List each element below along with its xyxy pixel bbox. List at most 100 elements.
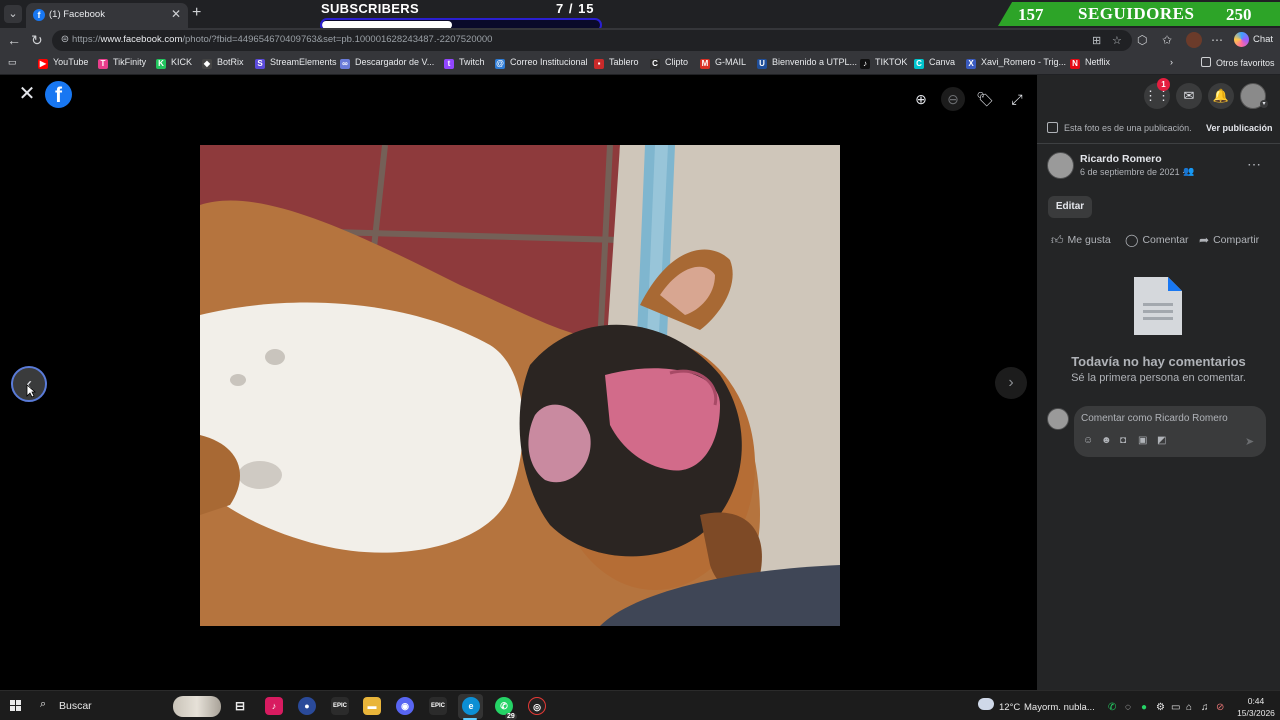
gif-icon[interactable]: ▣ (1138, 435, 1147, 446)
tab-close-icon[interactable]: ✕ (171, 7, 181, 21)
bookmark-downloader[interactable]: ∞ Descargador de V... (340, 57, 434, 71)
share-label: Compartir (1213, 234, 1260, 246)
address-bar[interactable]: ⊜ https://www.facebook.com/photo/?fbid=4… (52, 30, 1132, 51)
tiktok-app-icon[interactable]: ♪ (265, 697, 283, 715)
bookmark-youtube[interactable]: ▶ YouTube (38, 57, 88, 71)
tray-settings-icon[interactable]: ⚙ (1156, 702, 1165, 713)
task-view-icon[interactable]: ⊟ (231, 697, 249, 715)
botrix-icon: ◆ (202, 59, 212, 69)
comment-input[interactable]: Comentar como Ricardo Romero (1081, 413, 1228, 424)
extensions-icon[interactable]: ⬡ (1137, 33, 1147, 47)
edit-button[interactable]: Editar (1048, 196, 1092, 218)
zoom-in-icon[interactable]: ⊕ (909, 87, 933, 111)
reload-icon[interactable]: ↻ (31, 32, 43, 49)
colored-app-icon[interactable]: ● (298, 697, 316, 715)
bookmark-netflix[interactable]: N Netflix (1070, 57, 1110, 71)
windows-start-icon[interactable] (10, 700, 22, 712)
sticker-icon[interactable]: ◩ (1157, 435, 1166, 446)
comment-button[interactable]: ◯ Comentar (1125, 233, 1189, 247)
zoom-out-icon[interactable]: ⊖ (941, 87, 965, 111)
post-more-options-icon[interactable]: ⋯ (1247, 156, 1261, 173)
bookmark-utpl[interactable]: U Bienvenido a UTPL... (757, 57, 857, 71)
clock-date[interactable]: 15/3/2026 (1236, 708, 1276, 718)
canva-icon: C (914, 59, 924, 69)
search-highlight-image[interactable] (173, 696, 221, 717)
app-available-icon[interactable]: ⊞ (1092, 34, 1101, 47)
author-avatar[interactable] (1047, 152, 1074, 179)
fullscreen-icon[interactable]: ⤢ (1005, 87, 1029, 111)
tray-security-icon[interactable]: ⊘ (1216, 702, 1224, 713)
avatar-sticker-icon[interactable]: ☺ (1083, 435, 1093, 446)
author-name[interactable]: Ricardo Romero (1080, 153, 1162, 165)
edge-browser-icon[interactable]: e (462, 697, 480, 715)
bookmark-page[interactable]: X Xavi_Romero - Trig... (966, 57, 1066, 71)
next-photo-chevron-icon[interactable]: › (995, 367, 1027, 399)
search-icon[interactable]: ⌕ (40, 698, 46, 711)
comment-composer[interactable]: Comentar como Ricardo Romero ☺ ☻ ◘ ▣ ◩ ➤ (1074, 406, 1266, 457)
share-button[interactable]: ➦ Compartir (1199, 233, 1259, 247)
favorites-icon[interactable]: ✩ (1162, 33, 1172, 47)
camera-icon[interactable]: ◘ (1120, 435, 1126, 446)
account-chevron-down-icon[interactable]: ▾ (1260, 100, 1268, 108)
like-button[interactable]: 👍︎ Me gusta (1051, 233, 1111, 248)
bookmark-kick[interactable]: K KICK (156, 57, 192, 71)
cloud-weather-icon[interactable] (978, 698, 994, 710)
back-arrow-icon[interactable]: ← (7, 32, 21, 48)
emoji-icon[interactable]: ☻ (1101, 435, 1112, 446)
send-icon[interactable]: ➤ (1245, 435, 1254, 448)
bookmark-twitch[interactable]: t Twitch (444, 57, 485, 71)
photo-viewer: ✕ f ⊕ ⊖ 🏷 ⤢ ‹ › (0, 75, 1037, 690)
view-post-link[interactable]: Ver publicación (1206, 123, 1273, 133)
bookmark-label: YouTube (53, 57, 89, 67)
notifications-bell-icon[interactable]: 🔔 (1208, 83, 1234, 109)
share-arrow-icon: ➦ (1199, 233, 1210, 247)
facebook-favicon-icon: f (33, 9, 45, 21)
file-explorer-icon[interactable]: ▬ (363, 697, 381, 715)
gmail-icon: M (700, 59, 710, 69)
obs-recording-icon[interactable]: ◎ (528, 697, 546, 715)
new-tab-plus-icon[interactable]: + (192, 4, 201, 22)
bookmark-tikfinity[interactable]: T TikFinity (98, 57, 146, 71)
photo-dog[interactable] (200, 145, 840, 626)
bookmark-streamelements[interactable]: S StreamElements (255, 57, 337, 71)
browser-profile-avatar[interactable] (1186, 32, 1202, 48)
tray-status-icon[interactable]: ● (1141, 702, 1147, 713)
close-viewer-icon[interactable]: ✕ (18, 84, 36, 104)
messenger-icon[interactable]: ✉ (1176, 83, 1202, 109)
tray-display-icon[interactable]: ▭ (1171, 702, 1180, 713)
discord-icon[interactable]: ◉ (396, 697, 414, 715)
comment-label: Comentar (1142, 234, 1189, 246)
tray-network-icon[interactable]: ⌂ (1186, 702, 1192, 713)
weather-description[interactable]: Mayorm. nubla... (1024, 702, 1095, 713)
browser-tab-facebook[interactable]: f (1) Facebook ✕ (26, 3, 188, 28)
epic-games-icon-2[interactable]: EPIC (429, 697, 447, 715)
bookmarks-overflow-chevron-icon[interactable]: › (1170, 57, 1173, 71)
tab-list-chevron-icon[interactable]: ⌄ (4, 5, 22, 23)
weather-temperature[interactable]: 12°C (999, 702, 1020, 713)
bookmark-clipto[interactable]: C Clipto (650, 57, 688, 71)
bookmark-tiktok[interactable]: ♪ TIKTOK (860, 57, 907, 71)
tray-volume-icon[interactable]: ♫ (1201, 702, 1209, 713)
tag-icon[interactable]: 🏷 (973, 87, 997, 111)
bookmark-botrix[interactable]: ◆ BotRix (202, 57, 244, 71)
other-favorites[interactable]: Otros favoritos (1201, 57, 1275, 71)
epic-games-icon[interactable]: EPIC (331, 697, 349, 715)
tray-whatsapp-icon[interactable]: ✆ (1108, 702, 1116, 713)
comment-bubble-icon: ◯ (1125, 233, 1139, 247)
more-menu-icon[interactable]: ⋯ (1211, 33, 1223, 47)
messenger-badge: 1 (1157, 78, 1170, 91)
clock-time[interactable]: 0:44 (1236, 696, 1276, 706)
taskbar-search-label[interactable]: Buscar (59, 700, 92, 712)
bookmark-tablero[interactable]: ▪ Tablero (594, 57, 639, 71)
favorite-star-icon[interactable]: ☆ (1112, 34, 1122, 47)
site-info-icon[interactable]: ⊜ (58, 33, 72, 47)
bookmark-mail[interactable]: @ Correo Institucional (495, 57, 588, 71)
facebook-logo[interactable]: f (45, 81, 72, 108)
tray-app-icon[interactable]: ◌ (1125, 702, 1131, 713)
bookmarks-menu-icon[interactable]: ▭ (8, 57, 17, 71)
post-date[interactable]: 6 de septiembre de 2021 · (1080, 167, 1185, 177)
bookmark-canva[interactable]: C Canva (914, 57, 955, 71)
bookmark-gmail[interactable]: M G-MAIL (700, 57, 746, 71)
bookmark-label: Descargador de V... (355, 57, 435, 67)
url-text[interactable]: https://www.facebook.com/photo/?fbid=449… (72, 34, 492, 45)
